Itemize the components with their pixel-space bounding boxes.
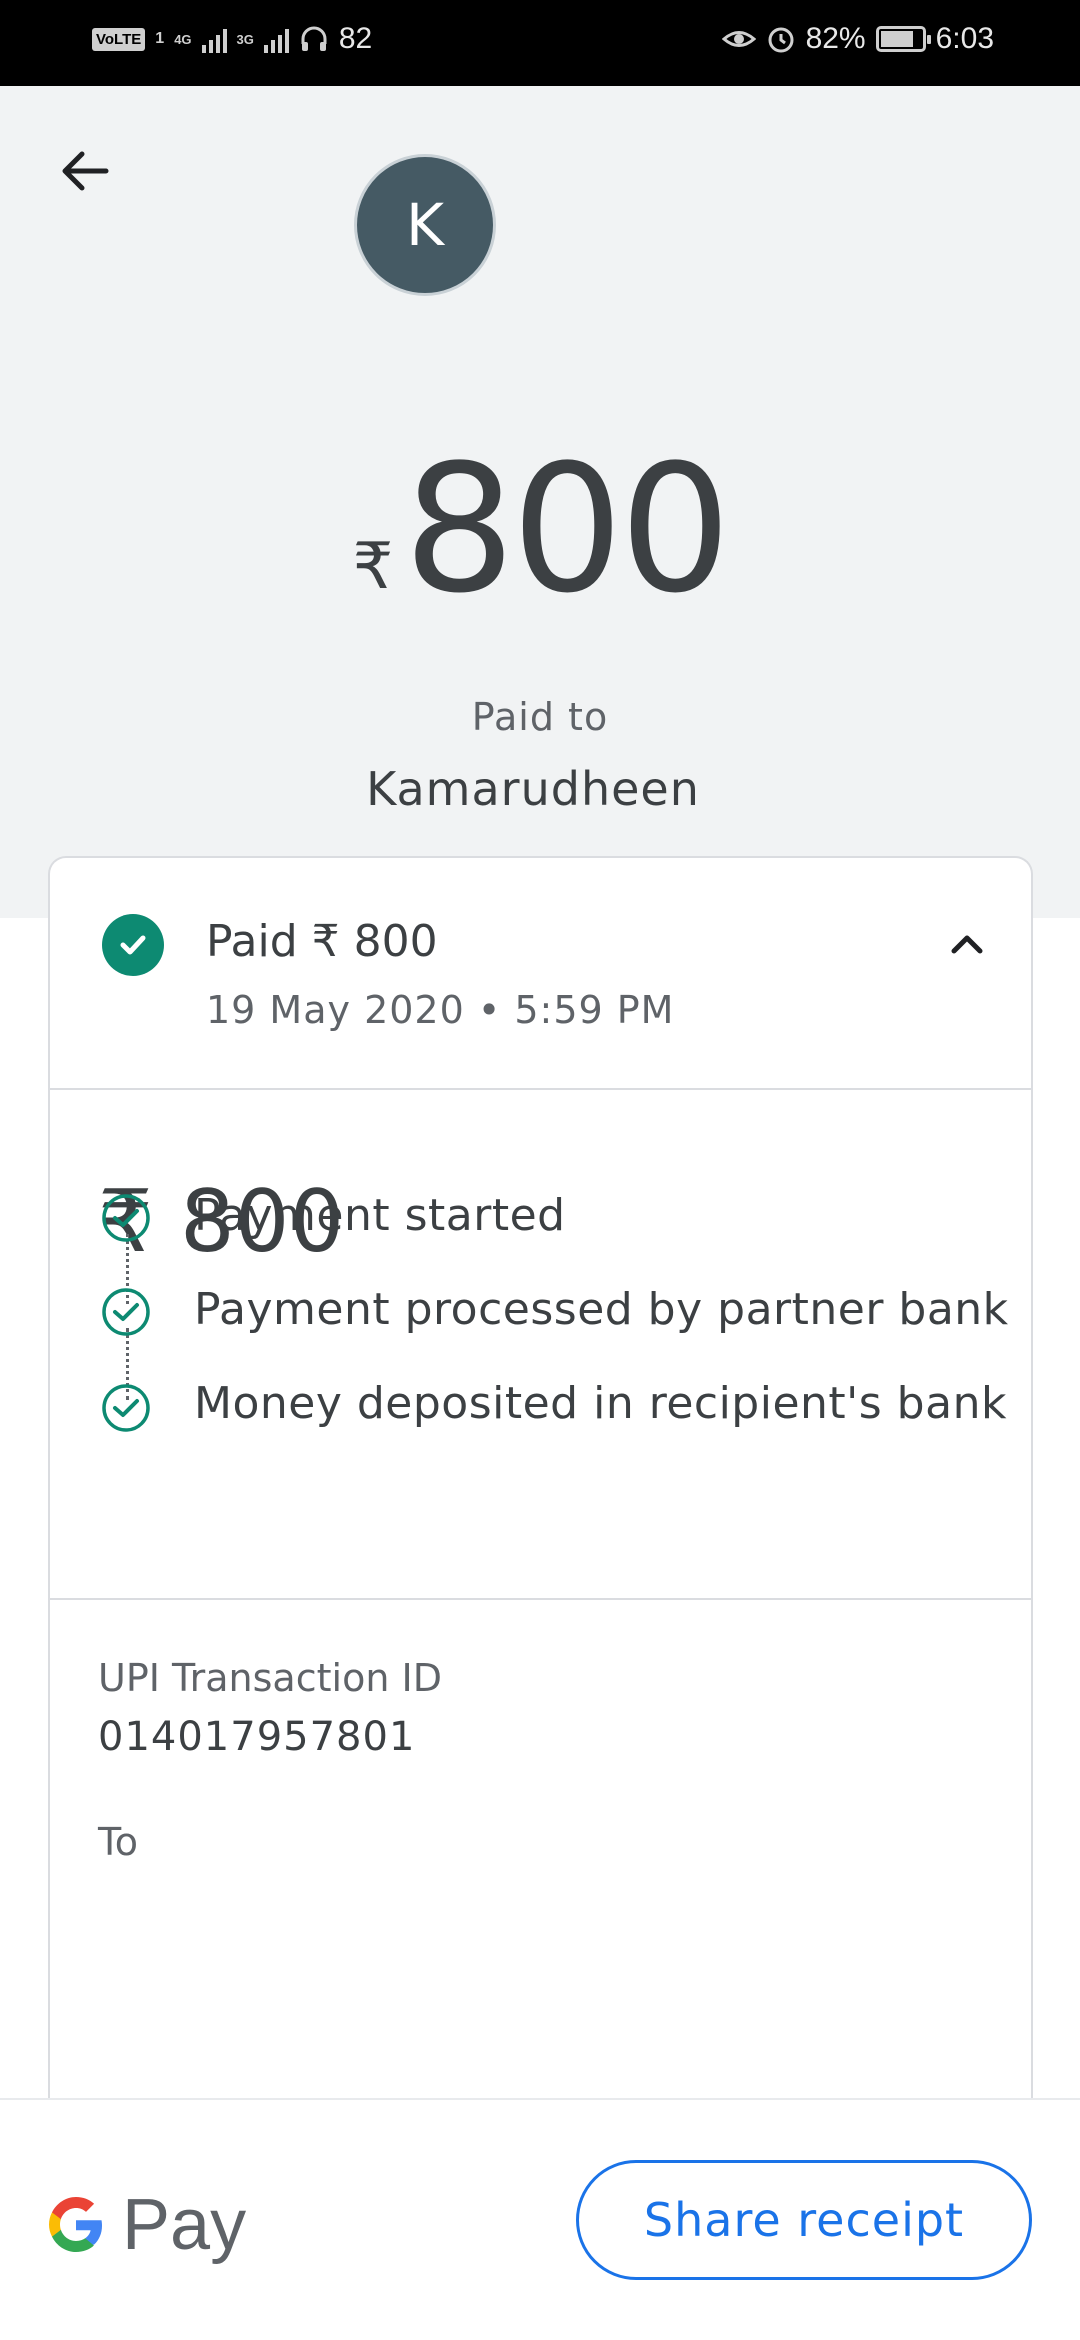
currency-symbol: ₹ (352, 530, 394, 604)
amount-hero: ₹ 800 (0, 418, 1080, 618)
network-type-sim2: 3G (236, 31, 254, 47)
upi-id-value[interactable]: 014017957801 (98, 1714, 415, 1760)
paid-to-label: Paid to (471, 695, 609, 739)
eye-icon (721, 24, 756, 54)
summary-datetime: 19 May 2020 • 5:59 PM (206, 988, 675, 1032)
network-type-sim1: 4G (174, 31, 192, 47)
step-label: Payment started (194, 1190, 566, 1241)
payment-detail: ₹ 800 Payment started Payment processed … (50, 1092, 1031, 1600)
transaction-info: UPI Transaction ID 014017957801 To (50, 1602, 1031, 1902)
google-g-icon (49, 2197, 102, 2252)
back-button[interactable] (50, 136, 120, 206)
status-extra-text: 82 (338, 22, 373, 55)
battery-percent: 82% (805, 22, 866, 55)
battery-icon (875, 26, 931, 52)
payee-name: Kamarudheen (366, 762, 700, 816)
step-check-icon (102, 1288, 150, 1336)
status-right: 82% 6:03 (721, 22, 994, 56)
alarm-icon (766, 24, 796, 54)
google-pay-logo: Pay (44, 2184, 246, 2266)
upi-id-label: UPI Transaction ID (98, 1656, 442, 1700)
avatar: K (354, 154, 496, 296)
success-check-icon (102, 914, 164, 976)
summary-title: Paid ₹ 800 (206, 916, 438, 967)
transaction-card: Paid ₹ 800 19 May 2020 • 5:59 PM ₹ 800 P… (48, 856, 1033, 2116)
clock: 6:03 (935, 22, 994, 55)
step-check-icon (102, 1384, 150, 1432)
signal-icon (201, 25, 227, 53)
step-label: Payment processed by partner bank (194, 1284, 1009, 1335)
headphones-icon (299, 24, 329, 54)
transaction-summary[interactable]: Paid ₹ 800 19 May 2020 • 5:59 PM (50, 858, 1031, 1090)
bottom-bar: Pay Share receipt (0, 2098, 1080, 2340)
step-check-icon (102, 1194, 150, 1242)
volte-icon: VoLTE (92, 27, 146, 51)
sim-icon: 1 (155, 30, 165, 47)
status-left: VoLTE 1 4G 3G 82 (92, 22, 372, 56)
status-bar: VoLTE 1 4G 3G 82 82% 6:03 (0, 0, 1080, 86)
collapse-button[interactable] (933, 910, 1001, 978)
brand-text: Pay (122, 2185, 247, 2265)
arrow-left-icon (62, 151, 109, 191)
share-receipt-button[interactable]: Share receipt (576, 2160, 1032, 2280)
step-label: Money deposited in recipient's bank (194, 1378, 1007, 1429)
to-label: To (98, 1820, 139, 1864)
signal-icon (263, 25, 289, 53)
amount-value: 800 (403, 427, 731, 632)
chevron-up-icon (951, 935, 983, 954)
